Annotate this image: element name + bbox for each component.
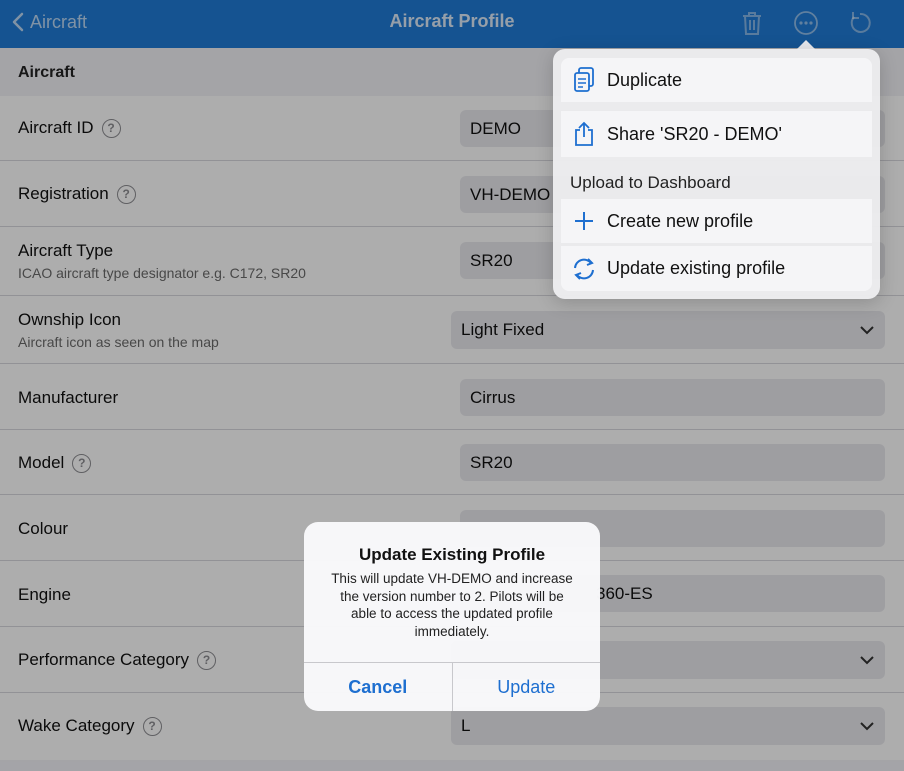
duplicate-icon: [571, 67, 597, 93]
sync-icon: [571, 256, 597, 282]
menu-item-update-existing-profile[interactable]: Update existing profile: [561, 246, 872, 291]
update-button[interactable]: Update: [453, 663, 601, 711]
plus-icon: [571, 208, 597, 234]
menu-item-label: Share 'SR20 - DEMO': [607, 123, 782, 144]
more-menu-popover: Duplicate Share 'SR20 - DEMO' Upload to …: [553, 49, 880, 299]
cancel-button[interactable]: Cancel: [304, 663, 453, 711]
menu-item-create-new-profile[interactable]: Create new profile: [561, 199, 872, 243]
alert-title: Update Existing Profile: [358, 545, 546, 564]
alert-buttons: Cancel Update: [304, 662, 600, 711]
update-profile-alert: Update Existing Profile This will update…: [304, 522, 600, 711]
alert-message: This will update VH-DEMO and increase th…: [331, 571, 573, 639]
menu-item-label: Create new profile: [607, 210, 754, 231]
menu-section-upload: Upload to Dashboard: [570, 173, 731, 192]
menu-item-label: Duplicate: [607, 69, 683, 90]
menu-item-duplicate[interactable]: Duplicate: [561, 58, 872, 102]
menu-item-share[interactable]: Share 'SR20 - DEMO': [561, 111, 872, 157]
share-icon: [571, 121, 597, 147]
menu-item-label: Update existing profile: [607, 258, 786, 278]
